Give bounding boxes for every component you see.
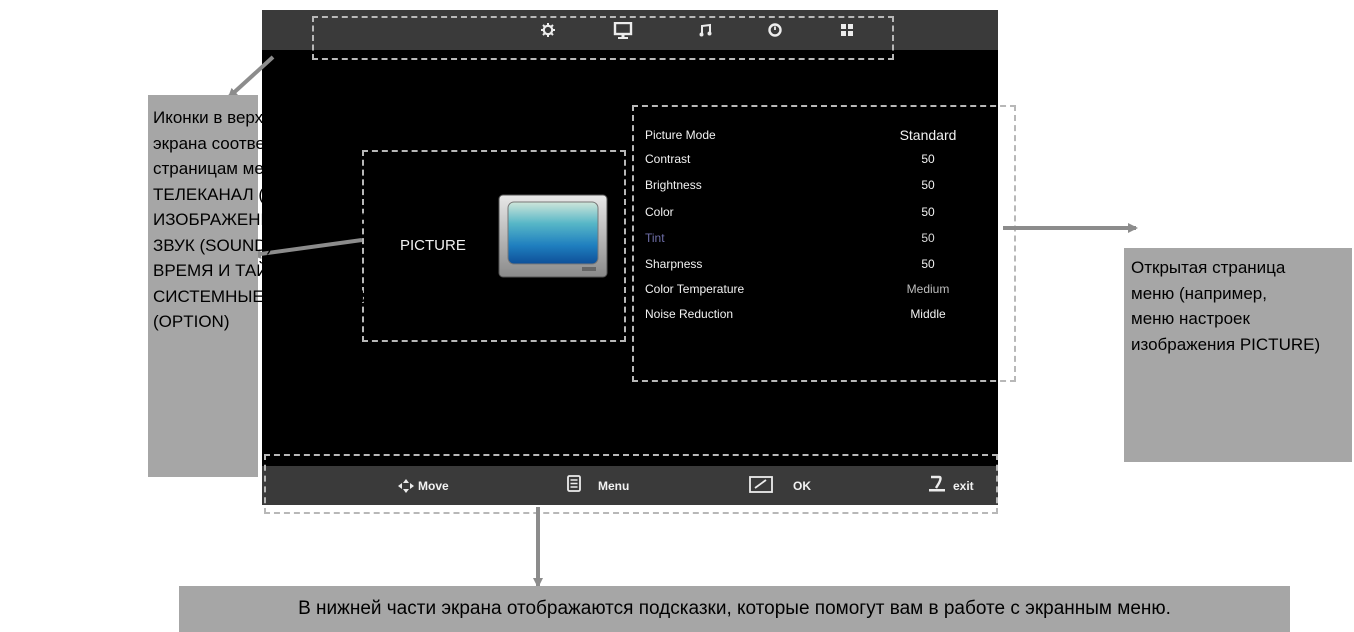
note-line: Иконки в верхней части	[153, 108, 341, 127]
note-line: ЗВУК (SOUND)	[153, 235, 273, 255]
note-line: экрана соответствуют	[153, 133, 326, 153]
note-line: ИЗОБРАЖЕНИЕ (PICTURE)	[153, 210, 375, 229]
note-line: страницам меню:	[153, 159, 291, 178]
note-line: меню настроек	[1131, 309, 1250, 328]
note-top-icons: Иконки в верхней части экрана соответств…	[148, 95, 375, 477]
note-line: Открытая страница	[1131, 258, 1286, 277]
note-line: (OPTION)	[153, 312, 230, 331]
arrow-to-icons-note	[227, 55, 275, 99]
note-bottom-hints: В нижней части экрана отображаются подск…	[179, 586, 1290, 632]
note-line: ТЕЛЕКАНАЛ (CHANNEL),	[153, 184, 356, 204]
note-line: ВРЕМЯ И ТАЙМЕР (TIME)	[153, 261, 362, 280]
note-line: СИСТЕМНЫЕ НАСТРОЙКИ	[153, 286, 372, 306]
note-line: изображения PICTURE)	[1131, 334, 1321, 354]
note-line: меню (например,	[1131, 283, 1267, 303]
note-open-page: Открытая страница меню (например, меню н…	[1124, 248, 1352, 462]
